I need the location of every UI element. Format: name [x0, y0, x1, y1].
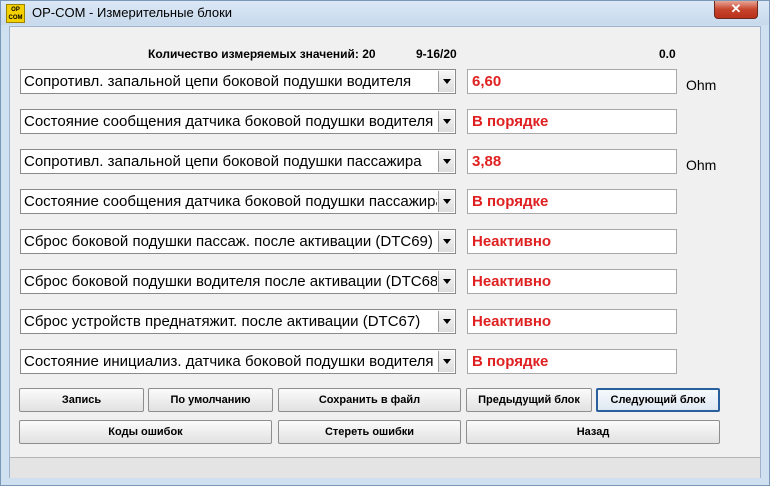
measurement-value: В порядке [472, 113, 549, 130]
window-title: OP-COM - Измерительные блоки [32, 5, 233, 20]
back-button[interactable]: Назад [466, 420, 720, 444]
chevron-down-icon[interactable] [438, 71, 454, 92]
measurement-value-field: В порядке [467, 189, 677, 214]
save-to-file-button[interactable]: Сохранить в файл [278, 388, 461, 412]
measurement-label: Сброс боковой подушки пассаж. после акти… [24, 233, 433, 250]
title-bar[interactable]: OP COM OP-COM - Измерительные блоки ✕ [1, 1, 769, 25]
measurement-value-field: Неактивно [467, 229, 677, 254]
measurement-label: Сброс устройств преднатяжит. после актив… [24, 313, 421, 330]
chevron-down-icon[interactable] [438, 111, 454, 132]
measurement-label: Сопротивл. запальной цепи боковой подушк… [24, 153, 422, 170]
measurement-value: Неактивно [472, 313, 552, 330]
chevron-down-icon[interactable] [438, 311, 454, 332]
measurement-value-field: 6,60 [467, 69, 677, 94]
measurement-value: 6,60 [472, 73, 502, 90]
measurement-select[interactable]: Состояние сообщения датчика боковой поду… [20, 189, 456, 214]
chevron-down-icon[interactable] [438, 191, 454, 212]
measurement-label: Состояние сообщения датчика боковой поду… [24, 193, 437, 210]
clear-errors-button[interactable]: Стереть ошибки [278, 420, 461, 444]
close-button[interactable]: ✕ [714, 1, 758, 19]
status-bar [10, 457, 760, 478]
app-icon-text-bottom: COM [8, 15, 23, 21]
measurement-value-field: В порядке [467, 109, 677, 134]
measurement-value-field: Неактивно [467, 309, 677, 334]
previous-block-button[interactable]: Предыдущий блок [466, 388, 592, 412]
measurement-select[interactable]: Сброс боковой подушки водителя после акт… [20, 269, 456, 294]
measurement-label: Состояние инициализ. датчика боковой под… [24, 353, 434, 370]
record-button[interactable]: Запись [19, 388, 144, 412]
measurement-select[interactable]: Сброс боковой подушки пассаж. после акти… [20, 229, 456, 254]
measurement-value-field: 3,88 [467, 149, 677, 174]
opcom-app-icon: OP COM [6, 4, 25, 23]
chevron-down-icon[interactable] [438, 271, 454, 292]
measurement-value-field: В порядке [467, 349, 677, 374]
block-range: 9-16/20 [416, 47, 457, 61]
chevron-down-icon[interactable] [438, 151, 454, 172]
measured-values-count: Количество измеряемых значений: 20 [148, 47, 376, 61]
measurement-select[interactable]: Сопротивл. запальной цепи боковой подушк… [20, 149, 456, 174]
measurement-select[interactable]: Сопротивл. запальной цепи боковой подушк… [20, 69, 456, 94]
measurement-select[interactable]: Сброс устройств преднатяжит. после актив… [20, 309, 456, 334]
measurement-label: Сброс боковой подушки водителя после акт… [24, 273, 437, 290]
app-icon-text-top: OP [11, 7, 20, 13]
measurement-value: Неактивно [472, 233, 552, 250]
measurement-value: В порядке [472, 193, 549, 210]
measurement-panel: Количество измеряемых значений: 20 9-16/… [9, 26, 761, 478]
close-icon: ✕ [730, 1, 742, 16]
next-block-button[interactable]: Следующий блок [596, 388, 720, 412]
chevron-down-icon[interactable] [438, 351, 454, 372]
measurement-unit: Ohm [686, 77, 717, 93]
error-codes-button[interactable]: Коды ошибок [19, 420, 272, 444]
measurement-value-field: Неактивно [467, 269, 677, 294]
measurement-select[interactable]: Состояние инициализ. датчика боковой под… [20, 349, 456, 374]
measurement-select[interactable]: Состояние сообщения датчика боковой поду… [20, 109, 456, 134]
measurement-unit: Ohm [686, 157, 717, 173]
chevron-down-icon[interactable] [438, 231, 454, 252]
measurement-label: Состояние сообщения датчика боковой поду… [24, 113, 434, 130]
measurement-value: 3,88 [472, 153, 502, 170]
measurement-value: Неактивно [472, 273, 552, 290]
measurement-value: В порядке [472, 353, 549, 370]
time-value: 0.0 [659, 47, 676, 61]
default-button[interactable]: По умолчанию [148, 388, 273, 412]
measurement-label: Сопротивл. запальной цепи боковой подушк… [24, 73, 412, 90]
opcom-window: OP COM OP-COM - Измерительные блоки ✕ Ко… [0, 0, 770, 486]
